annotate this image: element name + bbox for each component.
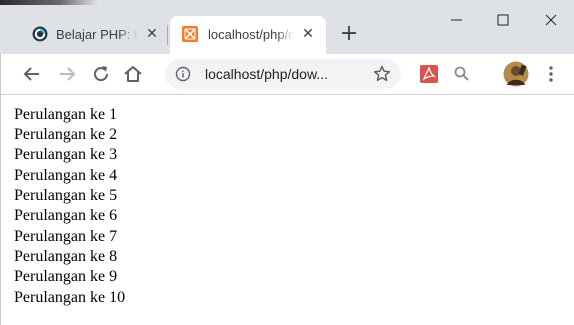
- avatar[interactable]: [503, 61, 529, 87]
- output-line: Perulangan ke 5: [14, 187, 118, 204]
- tab-divider: [167, 25, 168, 45]
- page-content: Perulangan ke 1 Perulangan ke 2 Perulang…: [0, 95, 574, 325]
- address-bar[interactable]: localhost/php/dow...: [165, 59, 401, 89]
- browser-toolbar: localhost/php/dow...: [0, 54, 574, 94]
- output-line: Perulangan ke 1: [14, 106, 118, 123]
- tab-label: localhost/php/download: [208, 27, 294, 42]
- minimize-icon: [451, 19, 462, 21]
- forward-button[interactable]: [55, 62, 79, 86]
- reload-button[interactable]: [89, 62, 113, 86]
- window-edge: [0, 54, 1, 325]
- pdf-extension-icon[interactable]: [419, 64, 439, 84]
- star-icon[interactable]: [372, 64, 392, 84]
- xampp-icon: [182, 26, 198, 42]
- close-window-button[interactable]: [528, 6, 574, 34]
- kebab-menu-icon[interactable]: [545, 64, 557, 84]
- circle-logo-icon: [32, 26, 48, 42]
- search-extension-icon[interactable]: [452, 64, 472, 84]
- output-line: Perulangan ke 2: [14, 126, 118, 143]
- tab-label: Belajar PHP: Perulangan: [56, 27, 138, 42]
- maximize-button[interactable]: [480, 6, 526, 34]
- home-button[interactable]: [121, 62, 145, 86]
- output-line: Perulangan ke 3: [14, 146, 118, 163]
- browser-window: Belajar PHP: Perulangan ✕ localhost/php/…: [0, 0, 574, 325]
- output-line: Perulangan ke 9: [14, 268, 118, 285]
- reload-icon: [94, 66, 109, 82]
- output-line: Perulangan ke 4: [14, 167, 118, 184]
- output-line: Perulangan ke 6: [14, 207, 118, 224]
- arrow-left-icon: [23, 67, 39, 81]
- home-icon: [124, 66, 142, 82]
- desktop-background: [0, 0, 100, 5]
- arrow-right-icon: [60, 67, 76, 81]
- close-icon: [545, 14, 557, 26]
- maximize-icon: [497, 14, 509, 26]
- output-line: Perulangan ke 7: [14, 228, 118, 245]
- tab-localhost[interactable]: localhost/php/download ✕: [170, 16, 326, 54]
- info-icon[interactable]: [175, 66, 191, 82]
- tab-belajar-php[interactable]: Belajar PHP: Perulangan ✕: [18, 16, 166, 54]
- output-line: Perulangan ke 8: [14, 248, 118, 265]
- close-tab-icon[interactable]: ✕: [144, 26, 160, 42]
- back-button[interactable]: [20, 62, 44, 86]
- minimize-button[interactable]: [434, 6, 480, 34]
- new-tab-button[interactable]: +: [339, 23, 359, 45]
- url-text: localhost/php/dow...: [205, 66, 328, 82]
- title-bar: Belajar PHP: Perulangan ✕ localhost/php/…: [0, 0, 574, 54]
- output-line: Perulangan ke 10: [14, 289, 126, 306]
- close-tab-icon[interactable]: ✕: [300, 26, 316, 42]
